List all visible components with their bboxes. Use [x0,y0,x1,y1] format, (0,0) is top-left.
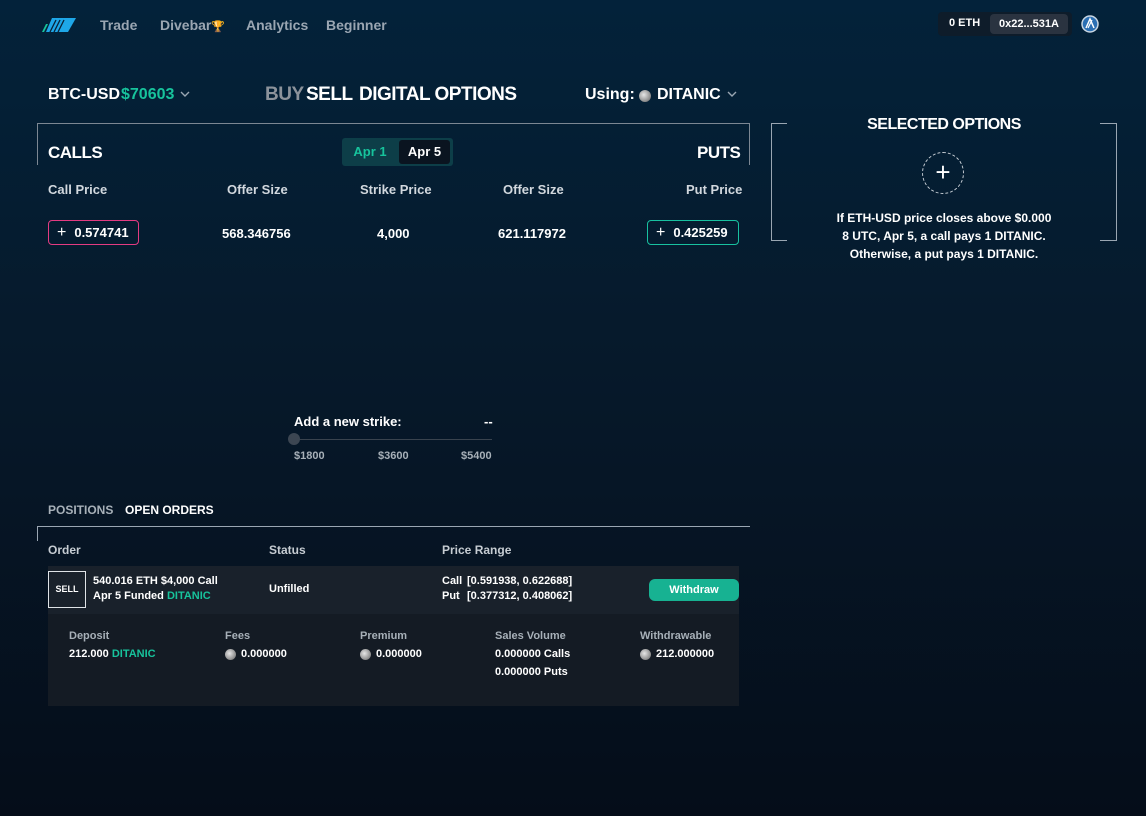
put-price-button[interactable]: + 0.425259 [647,220,739,245]
put-offer-size: 621.117972 [498,226,566,241]
sales-volume-puts: 0.000000 Puts [495,666,568,678]
withdrawable-value: 212.000000 [640,648,714,660]
sell-toggle[interactable]: SELL [306,84,353,106]
page-title: DIGITAL OPTIONS [359,84,517,105]
order-description: 540.016 ETH $4,000 Call [93,575,218,587]
network-icon[interactable] [1081,15,1099,33]
put-range: [0.377312, 0.408062] [467,590,573,602]
token-coin-icon [640,648,651,660]
fees-label: Fees [225,630,251,642]
tab-positions[interactable]: POSITIONS [48,503,113,517]
col-status: Status [269,543,306,557]
sell-badge: SELL [48,571,86,608]
sales-volume-calls: 0.000000 Calls [495,648,571,660]
add-strike-label: Add a new strike: [294,414,402,429]
nav-beginner[interactable]: Beginner [326,17,387,33]
using-label: Using: [585,86,635,103]
call-price-button[interactable]: + 0.574741 [48,220,139,245]
sales-volume-label: Sales Volume [495,630,566,642]
deposit-token: DITANIC [111,648,156,660]
token-selector[interactable]: DITANIC [657,86,721,104]
divider [37,526,38,541]
withdrawable-label: Withdrawable [640,630,712,642]
nav-analytics[interactable]: Analytics [246,17,308,33]
pair-price: $70603 [121,86,175,103]
pair-selector[interactable]: BTC-USD [48,86,120,104]
order-funding: Apr 5 Funded DITANIC [93,590,211,602]
nav-divebar[interactable]: Divebar🏆 [160,17,225,33]
col-strike-price: Strike Price [360,182,432,197]
order-token: DITANIC [166,590,211,602]
put-range-label: Put [442,590,460,602]
nav-trade[interactable]: Trade [100,17,137,33]
plus-icon: + [57,223,67,241]
col-put-offer-size: Offer Size [503,182,564,197]
slider-tick: $3600 [378,450,409,462]
put-price-value: 0.425259 [673,225,728,240]
col-call-offer-size: Offer Size [227,182,288,197]
plus-icon: + [656,223,666,241]
chain-border-right [749,123,750,165]
calls-heading: CALLS [48,143,103,162]
premium-amount: 0.000000 [376,648,422,660]
description-line: If ETH-USD price closes above $0.000 [836,211,1052,225]
eth-balance: 0 ETH [949,17,981,29]
strike-slider-handle[interactable] [288,433,300,445]
tab-open-orders[interactable]: OPEN ORDERS [125,503,214,517]
premium-value: 0.000000 [360,648,422,660]
call-range-label: Call [442,575,463,587]
logo-icon[interactable] [42,16,78,34]
col-price-range: Price Range [442,543,512,557]
add-strike-value: -- [484,414,493,429]
col-call-price: Call Price [48,182,108,197]
token-coin-icon [639,90,651,102]
expiry-tab-apr-5[interactable]: Apr 5 [399,140,450,164]
chevron-down-icon[interactable] [180,90,190,98]
call-range: [0.591938, 0.622688] [467,575,573,587]
token-coin-icon [360,648,371,660]
buy-toggle[interactable]: BUY [265,84,304,106]
token-coin-icon [225,648,236,660]
expiry-tab-apr-1[interactable]: Apr 1 [347,141,393,163]
selected-options-description: If ETH-USD price closes above $0.000 8 U… [826,209,1062,263]
fees-amount: 0.000000 [241,648,287,660]
order-status: Unfilled [269,583,310,595]
nav-divebar-label: Divebar [160,17,212,33]
slider-tick: $1800 [294,450,325,462]
order-funding-text: Apr 5 Funded [93,590,167,602]
slider-tick: $5400 [461,450,492,462]
puts-heading: PUTS [697,143,741,162]
chevron-down-icon[interactable] [727,90,737,98]
strike-price: 4,000 [377,226,410,241]
withdraw-button[interactable]: Withdraw [649,579,739,601]
premium-label: Premium [360,630,408,642]
selected-options-bracket-right [1100,123,1117,241]
withdrawable-amount: 212.000000 [656,648,715,660]
plus-icon[interactable]: + [922,152,964,194]
chain-border-left [37,123,38,165]
divider [37,526,750,527]
trophy-icon: 🏆 [211,21,226,33]
deposit-amount: 212.000 [69,648,109,660]
col-order: Order [48,543,81,557]
description-line: 8 UTC, Apr 5, a call pays 1 DITANIC. [842,229,1046,243]
description-line: Otherwise, a put pays 1 DITANIC. [849,247,1039,261]
wallet-address-button[interactable]: 0x22...531A [990,14,1068,34]
call-offer-size: 568.346756 [222,226,291,241]
strike-slider-track[interactable] [294,439,492,440]
fees-value: 0.000000 [225,648,287,660]
deposit-value: 212.000 DITANIC [69,648,156,660]
deposit-label: Deposit [69,630,110,642]
call-price-value: 0.574741 [74,225,129,240]
chain-border [37,123,750,124]
selected-options-title: SELECTED OPTIONS [867,116,1021,133]
selected-options-bracket-left [771,123,787,241]
col-put-price: Put Price [686,182,743,197]
